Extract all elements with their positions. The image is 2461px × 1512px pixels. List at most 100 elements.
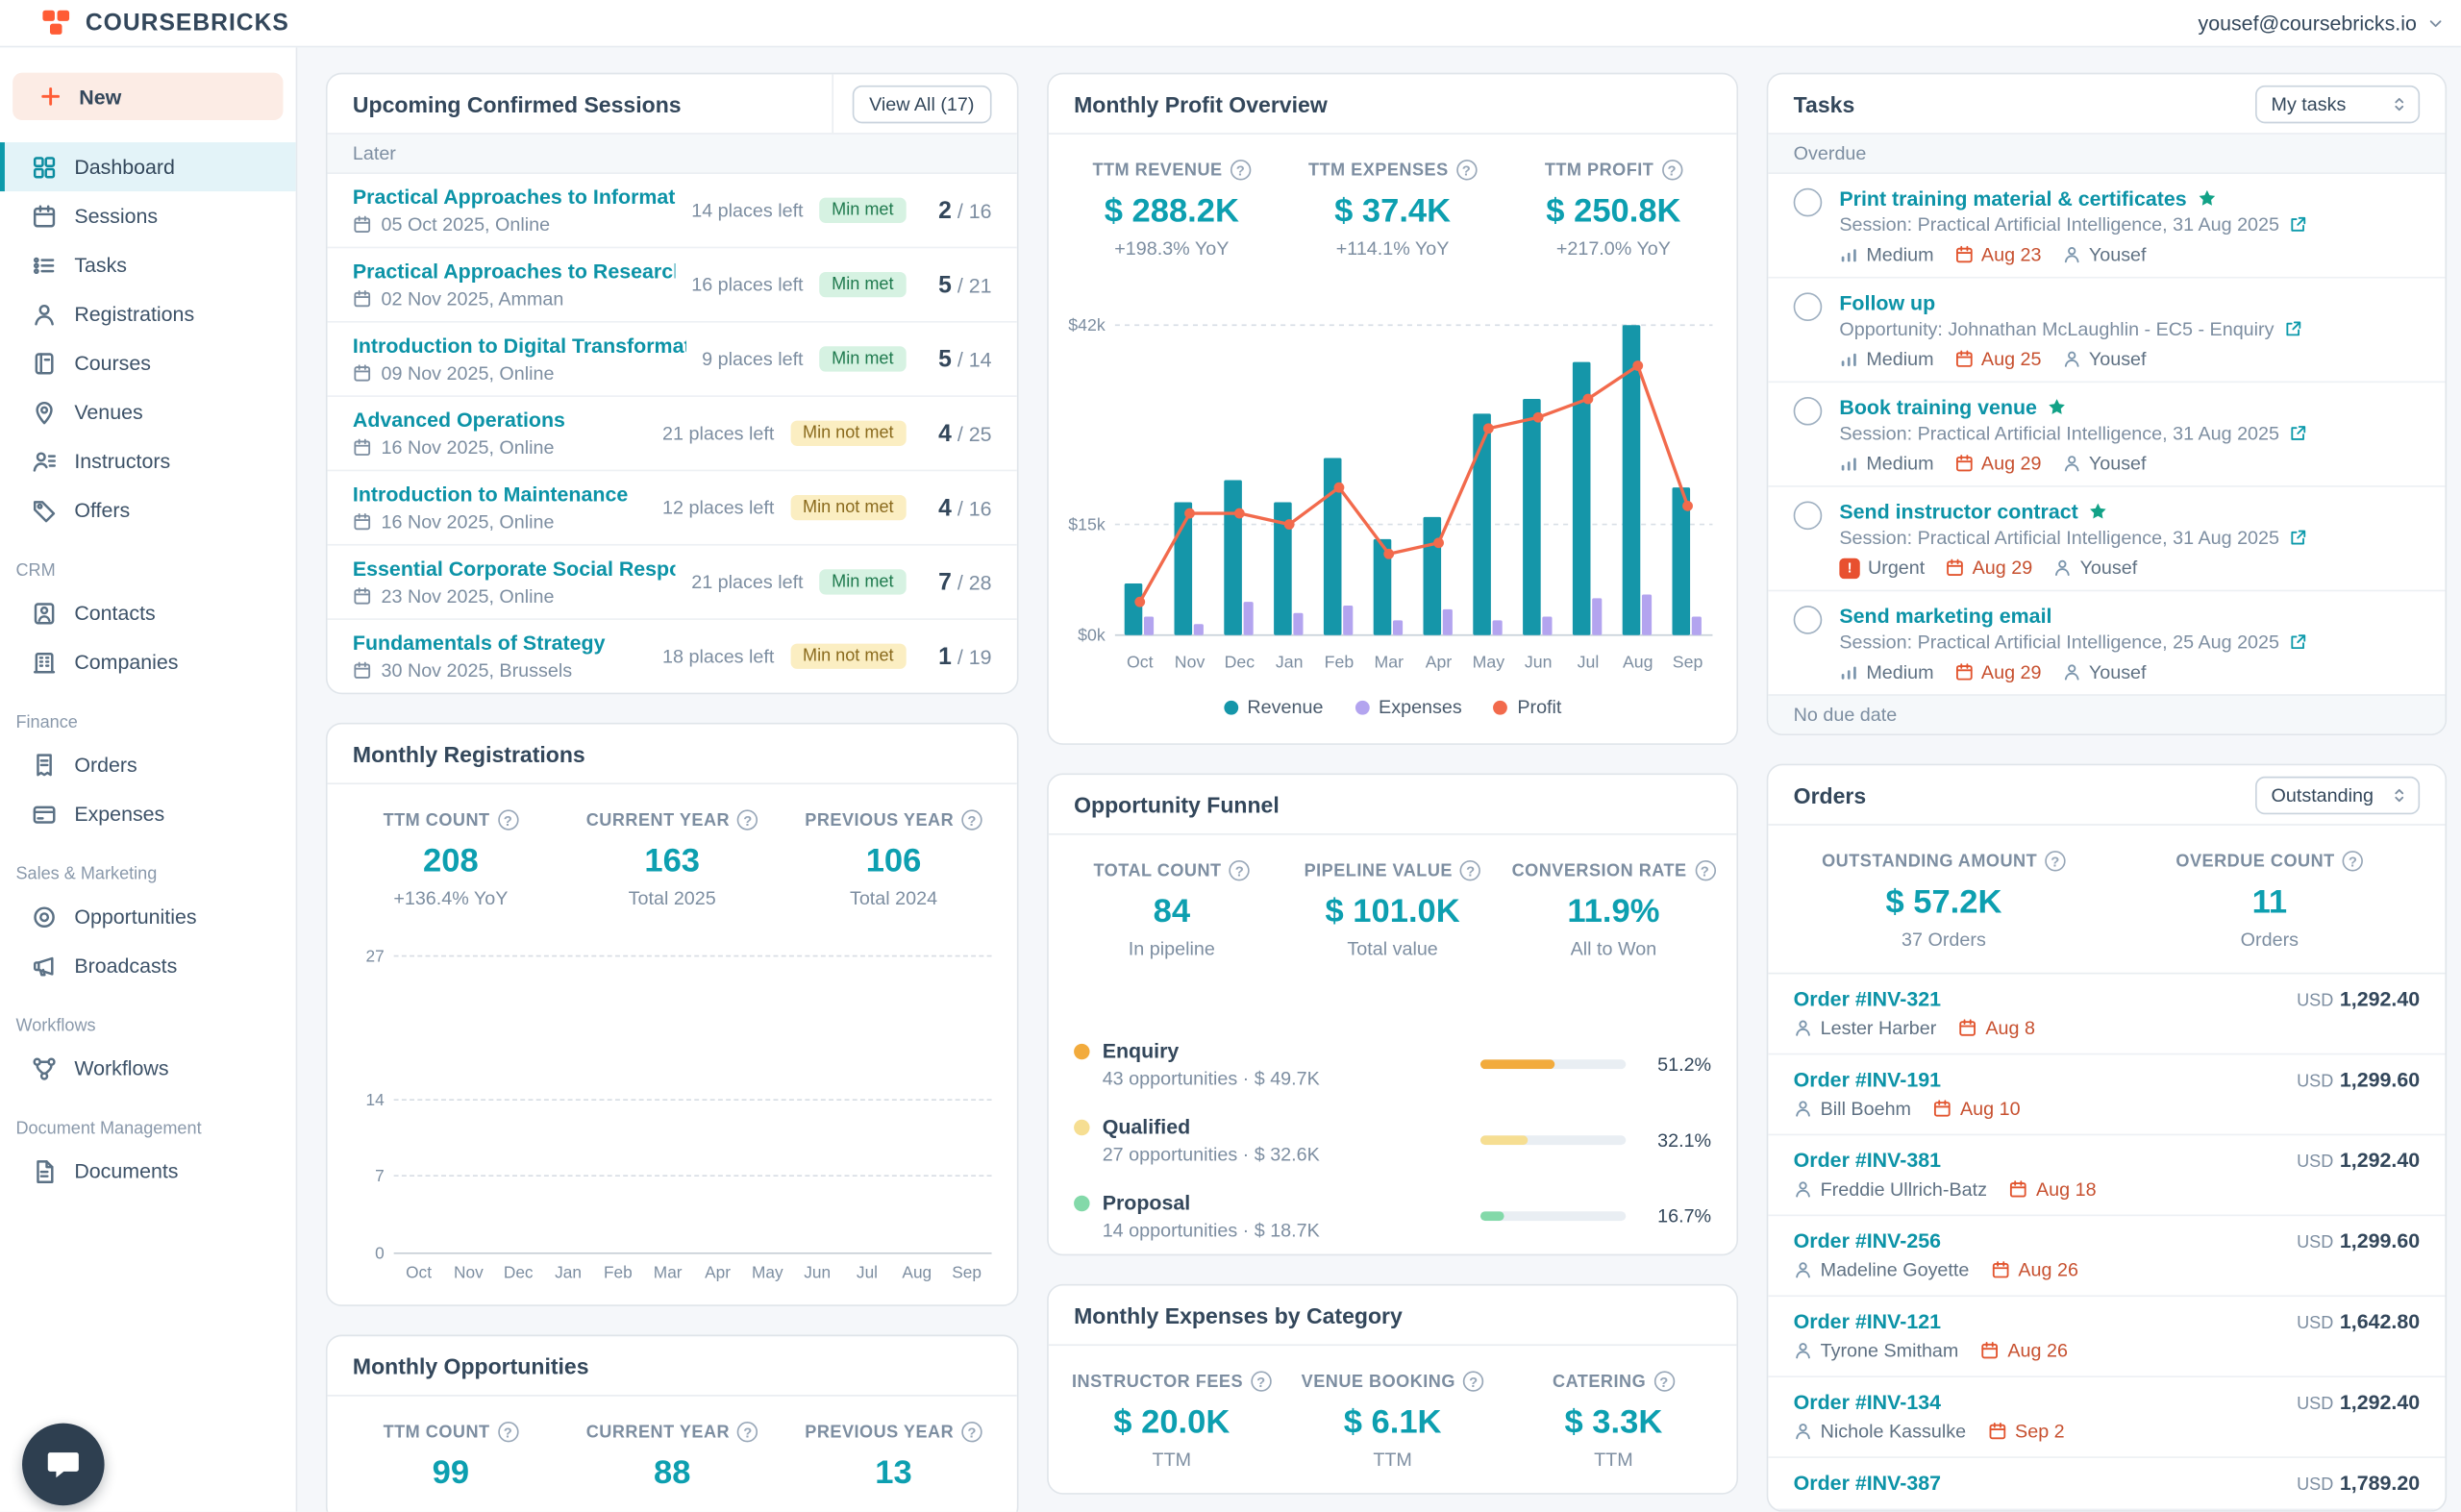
sidebar-item-courses[interactable]: Courses bbox=[0, 338, 296, 387]
session-title[interactable]: Practical Approaches to Information T... bbox=[353, 185, 676, 209]
help-icon[interactable] bbox=[1463, 1372, 1483, 1392]
help-icon[interactable] bbox=[1456, 160, 1477, 180]
order-row[interactable]: Order #INV-387 USD1,789.20 bbox=[1768, 1458, 2445, 1510]
session-title[interactable]: Essential Corporate Social Responsibili.… bbox=[353, 557, 676, 581]
sidebar-item-workflows[interactable]: Workflows bbox=[0, 1044, 296, 1093]
monthly-profit-card: Monthly Profit Overview TTM REVENUE $ 28… bbox=[1047, 73, 1738, 746]
order-number[interactable]: Order #INV-387 bbox=[1794, 1471, 1941, 1495]
order-row[interactable]: Order #INV-121 USD1,642.80 Tyrone Smitha… bbox=[1768, 1297, 2445, 1377]
view-all-button[interactable]: View All (17) bbox=[852, 85, 992, 122]
help-icon[interactable] bbox=[961, 1422, 982, 1442]
help-icon[interactable] bbox=[1251, 1372, 1271, 1392]
star-icon[interactable] bbox=[2088, 502, 2108, 522]
task-checkbox[interactable] bbox=[1794, 292, 1823, 321]
order-row[interactable]: Order #INV-256 USD1,299.60 Madeline Goye… bbox=[1768, 1216, 2445, 1297]
sidebar-item-venues[interactable]: Venues bbox=[0, 387, 296, 436]
help-icon[interactable] bbox=[1230, 861, 1250, 881]
task-checkbox[interactable] bbox=[1794, 606, 1823, 634]
help-icon[interactable] bbox=[498, 1422, 518, 1442]
external-link-icon[interactable] bbox=[2289, 528, 2308, 547]
help-icon[interactable] bbox=[1653, 1372, 1674, 1392]
help-icon[interactable] bbox=[1695, 861, 1715, 881]
tasks-filter-select[interactable]: My tasks bbox=[2255, 85, 2420, 122]
stat-sub: In pipeline bbox=[1061, 938, 1282, 960]
sidebar-item-companies[interactable]: Companies bbox=[0, 637, 296, 686]
priority-medium: Medium bbox=[1839, 661, 1933, 683]
session-title[interactable]: Fundamentals of Strategy bbox=[353, 631, 647, 655]
person-icon bbox=[2053, 558, 2073, 578]
task-checkbox[interactable] bbox=[1794, 502, 1823, 531]
session-row[interactable]: Introduction to Maintenance 16 Nov 2025,… bbox=[328, 471, 1017, 545]
user-menu[interactable]: yousef@coursebricks.io bbox=[2198, 12, 2445, 36]
star-icon[interactable] bbox=[2047, 397, 2067, 417]
help-icon[interactable] bbox=[1662, 160, 1682, 180]
help-icon[interactable] bbox=[2343, 851, 2363, 871]
star-icon[interactable] bbox=[2197, 188, 2217, 209]
session-row[interactable]: Fundamentals of Strategy 30 Nov 2025, Br… bbox=[328, 620, 1017, 693]
sidebar-item-orders[interactable]: Orders bbox=[0, 740, 296, 789]
order-amount: USD1,292.40 bbox=[2297, 987, 2420, 1011]
session-row[interactable]: Introduction to Digital Transformation 0… bbox=[328, 323, 1017, 397]
monthly-expenses-card: Monthly Expenses by Category INSTRUCTOR … bbox=[1047, 1285, 1738, 1496]
help-icon[interactable] bbox=[961, 809, 982, 830]
task-title[interactable]: Send marketing email bbox=[1839, 604, 2051, 628]
order-row[interactable]: Order #INV-381 USD1,292.40 Freddie Ullri… bbox=[1768, 1135, 2445, 1216]
calendar-icon bbox=[1958, 1019, 1977, 1038]
help-icon[interactable] bbox=[1460, 861, 1480, 881]
sidebar-item-instructors[interactable]: Instructors bbox=[0, 436, 296, 485]
order-row[interactable]: Order #INV-191 USD1,299.60 Bill Boehm Au… bbox=[1768, 1054, 2445, 1135]
session-row[interactable]: Practical Approaches to Information T...… bbox=[328, 174, 1017, 248]
external-link-icon[interactable] bbox=[2283, 319, 2302, 338]
external-link-icon[interactable] bbox=[2289, 215, 2308, 235]
order-number[interactable]: Order #INV-121 bbox=[1794, 1309, 1941, 1333]
help-icon[interactable] bbox=[2045, 851, 2065, 871]
help-icon[interactable] bbox=[498, 809, 518, 830]
session-title[interactable]: Introduction to Digital Transformation bbox=[353, 334, 686, 358]
session-row[interactable]: Advanced Operations 16 Nov 2025, Online … bbox=[328, 397, 1017, 471]
person-icon bbox=[2062, 245, 2081, 264]
task-context: Session: Practical Artificial Intelligen… bbox=[1839, 213, 2279, 235]
card-title: Opportunity Funnel bbox=[1074, 792, 1280, 817]
stat: OVERDUE COUNT 11 Orders bbox=[2106, 851, 2432, 951]
task-title[interactable]: Book training venue bbox=[1839, 395, 2037, 419]
order-number[interactable]: Order #INV-381 bbox=[1794, 1148, 1941, 1172]
external-link-icon[interactable] bbox=[2289, 632, 2308, 652]
order-number[interactable]: Order #INV-191 bbox=[1794, 1068, 1941, 1092]
session-title[interactable]: Introduction to Maintenance bbox=[353, 483, 647, 507]
task-checkbox[interactable] bbox=[1794, 188, 1823, 217]
session-title[interactable]: Practical Approaches to Research and ... bbox=[353, 260, 676, 284]
session-row[interactable]: Essential Corporate Social Responsibili.… bbox=[328, 546, 1017, 620]
stat: TTM EXPENSES $ 37.4K +114.1% YoY bbox=[1282, 160, 1504, 260]
sidebar-item-contacts[interactable]: Contacts bbox=[0, 588, 296, 637]
sidebar-item-opportunities[interactable]: Opportunities bbox=[0, 892, 296, 941]
sidebar-item-dashboard[interactable]: Dashboard bbox=[0, 142, 296, 191]
order-number[interactable]: Order #INV-256 bbox=[1794, 1228, 1941, 1252]
order-due-date: Sep 2 bbox=[1988, 1420, 2065, 1442]
help-icon[interactable] bbox=[737, 809, 758, 830]
order-number[interactable]: Order #INV-134 bbox=[1794, 1390, 1941, 1414]
sidebar-item-offers[interactable]: Offers bbox=[0, 485, 296, 534]
chat-fab[interactable] bbox=[22, 1424, 105, 1506]
session-title[interactable]: Advanced Operations bbox=[353, 408, 647, 432]
sidebar-item-registrations[interactable]: Registrations bbox=[0, 289, 296, 338]
help-icon[interactable] bbox=[737, 1422, 758, 1442]
sidebar-item-tasks[interactable]: Tasks bbox=[0, 240, 296, 289]
sidebar-item-expenses[interactable]: Expenses bbox=[0, 789, 296, 838]
new-button[interactable]: New bbox=[12, 73, 283, 120]
order-row[interactable]: Order #INV-134 USD1,292.40 Nichole Kassu… bbox=[1768, 1377, 2445, 1458]
sidebar-item-broadcasts[interactable]: Broadcasts bbox=[0, 941, 296, 990]
external-link-icon[interactable] bbox=[2289, 424, 2308, 443]
session-row[interactable]: Practical Approaches to Research and ...… bbox=[328, 248, 1017, 322]
task-checkbox[interactable] bbox=[1794, 397, 1823, 426]
sidebar-item-sessions[interactable]: Sessions bbox=[0, 191, 296, 240]
task-title[interactable]: Send instructor contract bbox=[1839, 500, 2077, 524]
help-icon[interactable] bbox=[1230, 160, 1251, 180]
sidebar-item-documents[interactable]: Documents bbox=[0, 1147, 296, 1196]
orders-filter-select[interactable]: Outstanding bbox=[2255, 776, 2420, 813]
order-row[interactable]: Order #INV-321 USD1,292.40 Lester Harber… bbox=[1768, 974, 2445, 1054]
task-title[interactable]: Follow up bbox=[1839, 291, 1935, 315]
svg-text:Dec: Dec bbox=[1225, 653, 1255, 672]
topbar: COURSEBRICKS yousef@coursebricks.io bbox=[0, 0, 2461, 47]
order-number[interactable]: Order #INV-321 bbox=[1794, 987, 1941, 1011]
task-title[interactable]: Print training material & certificates bbox=[1839, 186, 2186, 211]
